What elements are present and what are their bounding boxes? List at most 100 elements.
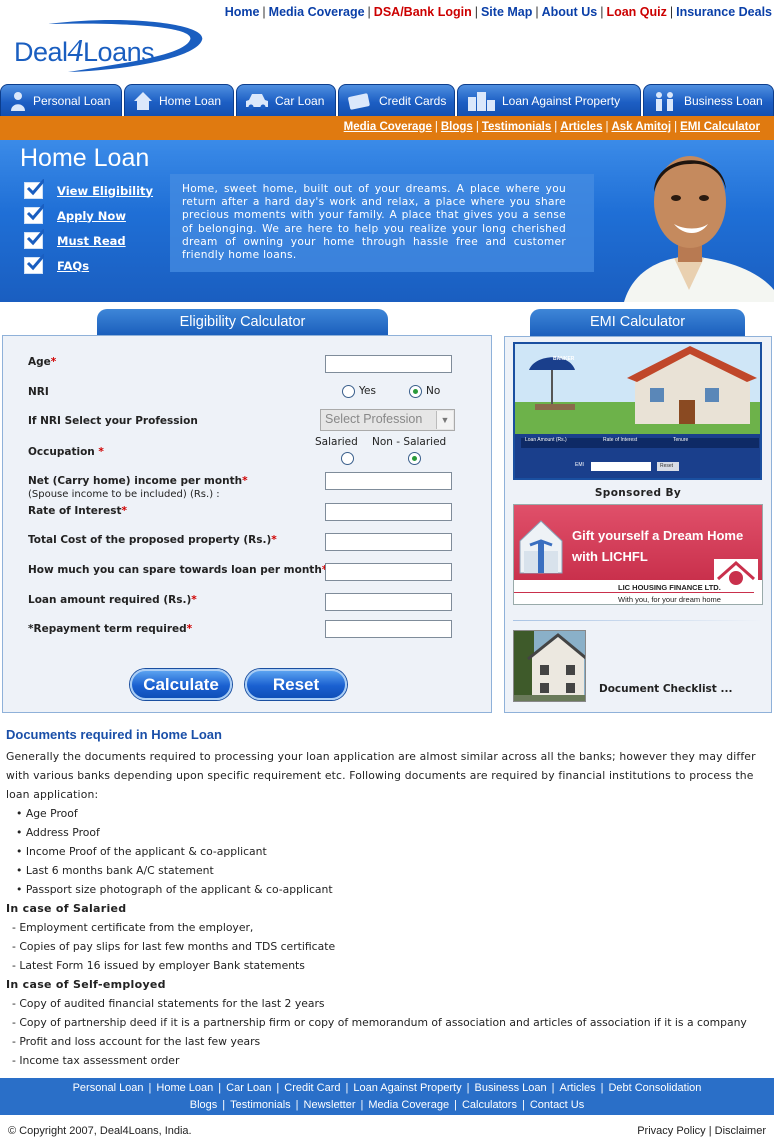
list-item: - Profit and loss account for the last f…	[12, 1035, 261, 1048]
document-checklist-link[interactable]: Document Checklist ...	[599, 683, 732, 695]
top-nav-media-coverage[interactable]: Media Coverage	[269, 5, 365, 19]
car-icon	[246, 93, 268, 109]
list-item: - Latest Form 16 issued by employer Bank…	[12, 959, 305, 972]
top-nav-home[interactable]: Home	[225, 5, 260, 19]
privacy-policy-link[interactable]: Privacy Policy	[637, 1125, 705, 1137]
emi-banner-illustration	[515, 344, 760, 478]
footer-link-business-loan[interactable]: Business Loan	[474, 1082, 546, 1094]
non-salaried-label: Non - Salaried	[372, 436, 447, 448]
banner-tenure: Tenure	[673, 437, 689, 443]
list-item: • Passport size photograph of the applic…	[16, 883, 333, 896]
top-nav-insurance-deals[interactable]: Insurance Deals	[676, 5, 772, 19]
apply-now-link[interactable]: Apply Now	[57, 209, 126, 223]
net-income-input[interactable]	[325, 472, 452, 490]
age-label: Age*	[28, 356, 57, 368]
top-nav-site-map[interactable]: Site Map	[481, 5, 532, 19]
view-eligibility-link[interactable]: View Eligibility	[57, 184, 153, 198]
top-nav-about-us[interactable]: About Us	[542, 5, 598, 19]
salaried-radio[interactable]	[341, 452, 354, 465]
footer-link-media-coverage[interactable]: Media Coverage	[368, 1099, 449, 1111]
logo-text-loans: Loans	[83, 37, 155, 67]
lichfl-ad[interactable]: Gift yourself a Dream Home with LICHFL L…	[513, 504, 763, 605]
disclaimer-link[interactable]: Disclaimer	[715, 1125, 766, 1137]
legal-links: Privacy Policy | Disclaimer	[637, 1125, 766, 1137]
footer-link-articles[interactable]: Articles	[560, 1082, 596, 1094]
spare-per-month-label: How much you can spare towards loan per …	[28, 564, 327, 576]
hero-links: View Eligibility Apply Now Must Read FAQ…	[24, 178, 153, 278]
footer-link-newsletter[interactable]: Newsletter	[304, 1099, 356, 1111]
document-checklist-thumbnail[interactable]	[513, 630, 586, 702]
list-item: - Income tax assessment order	[12, 1054, 180, 1067]
tab-car-loan[interactable]: Car Loan	[236, 84, 336, 116]
chevron-down-icon: ▼	[436, 411, 453, 429]
footer-link-home-loan[interactable]: Home Loan	[156, 1082, 213, 1094]
nri-no-label: No	[426, 385, 441, 397]
banner-rate: Rate of Interest	[603, 437, 638, 443]
occupation-label: Occupation *	[28, 446, 104, 458]
person-icon	[11, 91, 25, 111]
spare-per-month-input[interactable]	[325, 563, 452, 581]
tab-label: Car Loan	[275, 93, 325, 108]
nri-yes-label: Yes	[359, 385, 376, 397]
buildings-icon	[468, 91, 495, 111]
sub-link-media-coverage[interactable]: Media Coverage	[344, 121, 432, 133]
list-item: • Age Proof	[16, 807, 78, 820]
tab-label: Loan Against Property	[502, 93, 621, 108]
footer-link-car-loan[interactable]: Car Loan	[226, 1082, 271, 1094]
eligibility-calculator-heading: Eligibility Calculator	[97, 309, 388, 335]
logo-text-4: 4	[67, 32, 84, 68]
sub-link-blogs[interactable]: Blogs	[441, 121, 473, 133]
tab-home-loan[interactable]: Home Loan	[124, 84, 234, 116]
repayment-term-label: *Repayment term required*	[28, 623, 193, 635]
sub-link-testimonials[interactable]: Testimonials	[482, 121, 551, 133]
sub-link-articles[interactable]: Articles	[560, 121, 602, 133]
footer-link-loan-against-property[interactable]: Loan Against Property	[353, 1082, 461, 1094]
footer-link-contact-us[interactable]: Contact Us	[530, 1099, 584, 1111]
footer-link-blogs[interactable]: Blogs	[190, 1099, 218, 1111]
top-nav-loan-quiz[interactable]: Loan Quiz	[606, 5, 666, 19]
banner-loan-amount: Loan Amount (Rs.)	[525, 437, 567, 443]
age-input[interactable]	[325, 355, 452, 373]
non-salaried-radio[interactable]	[408, 452, 421, 465]
sub-link-ask-amitoj[interactable]: Ask Amitoj	[611, 121, 671, 133]
total-cost-label: Total Cost of the proposed property (Rs.…	[28, 534, 277, 546]
list-item: - Copy of audited financial statements f…	[12, 997, 325, 1010]
documents-intro: Generally the documents required to proc…	[6, 750, 756, 801]
documents-section: Documents required in Home Loan Generall…	[6, 727, 768, 1070]
list-item: • Last 6 months bank A/C statement	[16, 864, 214, 877]
credit-card-icon	[348, 92, 370, 110]
footer-link-debt-consolidation[interactable]: Debt Consolidation	[608, 1082, 701, 1094]
footer-link-testimonials[interactable]: Testimonials	[230, 1099, 291, 1111]
banner-umbrella-text: BANKER	[553, 356, 575, 362]
loan-amount-input[interactable]	[325, 593, 452, 611]
tab-credit-cards[interactable]: Credit Cards	[338, 84, 455, 116]
must-read-link[interactable]: Must Read	[57, 234, 126, 248]
footer-link-calculators[interactable]: Calculators	[462, 1099, 517, 1111]
deal4loans-logo[interactable]: Deal4Loans	[8, 18, 208, 74]
hero-link-row: FAQs	[24, 253, 153, 278]
hero-link-row: Must Read	[24, 228, 153, 253]
faqs-link[interactable]: FAQs	[57, 259, 89, 273]
profession-select[interactable]: Select Profession ▼	[320, 409, 455, 431]
logo-text-deal: Deal	[14, 37, 68, 67]
hero-description: Home, sweet home, built out of your drea…	[170, 174, 594, 272]
top-nav-dsa-bank-login[interactable]: DSA/Bank Login	[374, 5, 472, 19]
emi-calculator-banner[interactable]: BANKER Loan Amount (Rs.) Rate of Interes…	[513, 342, 762, 480]
tab-business-loan[interactable]: Business Loan	[643, 84, 774, 116]
reset-button[interactable]: Reset	[245, 669, 347, 700]
page-title: Home Loan	[20, 144, 150, 172]
sub-link-emi-calculator[interactable]: EMI Calculator	[680, 121, 760, 133]
rate-of-interest-input[interactable]	[325, 503, 452, 521]
nri-yes-radio[interactable]	[342, 385, 355, 398]
footer-link-credit-card[interactable]: Credit Card	[284, 1082, 340, 1094]
repayment-term-input[interactable]	[325, 620, 452, 638]
nri-no-radio[interactable]	[409, 385, 422, 398]
list-item: - Employment certificate from the employ…	[12, 921, 254, 934]
top-nav: Home | Media Coverage | DSA/Bank Login | Site …	[224, 5, 772, 19]
checkmark-icon	[24, 229, 44, 249]
tab-personal-loan[interactable]: Personal Loan	[0, 84, 122, 116]
tab-loan-against-property[interactable]: Loan Against Property	[457, 84, 641, 116]
footer-link-personal-loan[interactable]: Personal Loan	[73, 1082, 144, 1094]
calculate-button[interactable]: Calculate	[130, 669, 232, 700]
total-cost-input[interactable]	[325, 533, 452, 551]
